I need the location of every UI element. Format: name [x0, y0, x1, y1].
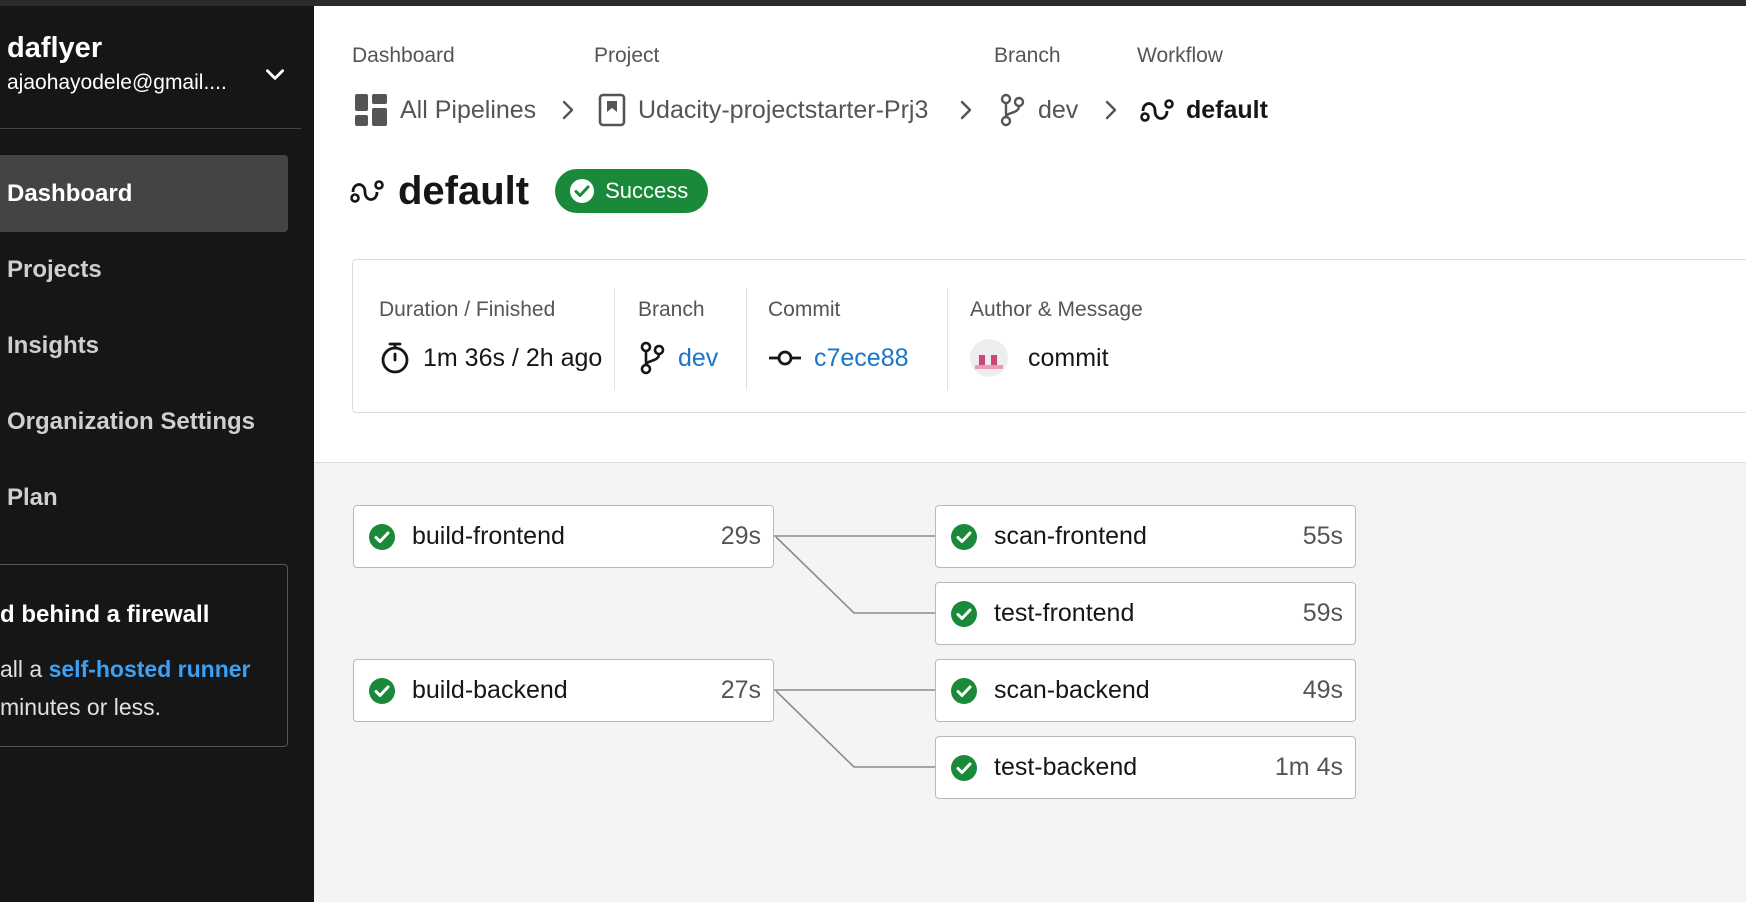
- success-check-icon: [951, 523, 977, 550]
- job-build-backend[interactable]: build-backend 27s: [353, 659, 774, 722]
- job-duration: 55s: [1302, 522, 1343, 550]
- job-name: build-frontend: [412, 522, 565, 550]
- success-check-icon: [951, 677, 977, 704]
- job-name: test-backend: [994, 753, 1138, 781]
- success-check-icon: [369, 523, 395, 550]
- job-name: build-backend: [412, 676, 568, 704]
- job-duration: 27s: [720, 676, 761, 704]
- job-duration: 49s: [1302, 676, 1343, 704]
- success-check-icon: [369, 677, 395, 704]
- job-scan-backend[interactable]: scan-backend 49s: [935, 659, 1356, 722]
- job-name: test-frontend: [994, 599, 1135, 627]
- job-scan-frontend[interactable]: scan-frontend 55s: [935, 505, 1356, 568]
- job-test-frontend[interactable]: test-frontend 59s: [935, 582, 1356, 645]
- job-test-backend[interactable]: test-backend 1m 4s: [935, 736, 1356, 799]
- job-duration: 59s: [1302, 599, 1343, 627]
- job-duration: 29s: [720, 522, 761, 550]
- job-dependency-lines: [774, 535, 935, 768]
- job-name: scan-frontend: [994, 522, 1147, 550]
- job-build-frontend[interactable]: build-frontend 29s: [353, 505, 774, 568]
- job-name: scan-backend: [994, 676, 1150, 704]
- success-check-icon: [951, 600, 977, 627]
- job-duration: 1m 4s: [1274, 753, 1343, 781]
- success-check-icon: [951, 754, 977, 781]
